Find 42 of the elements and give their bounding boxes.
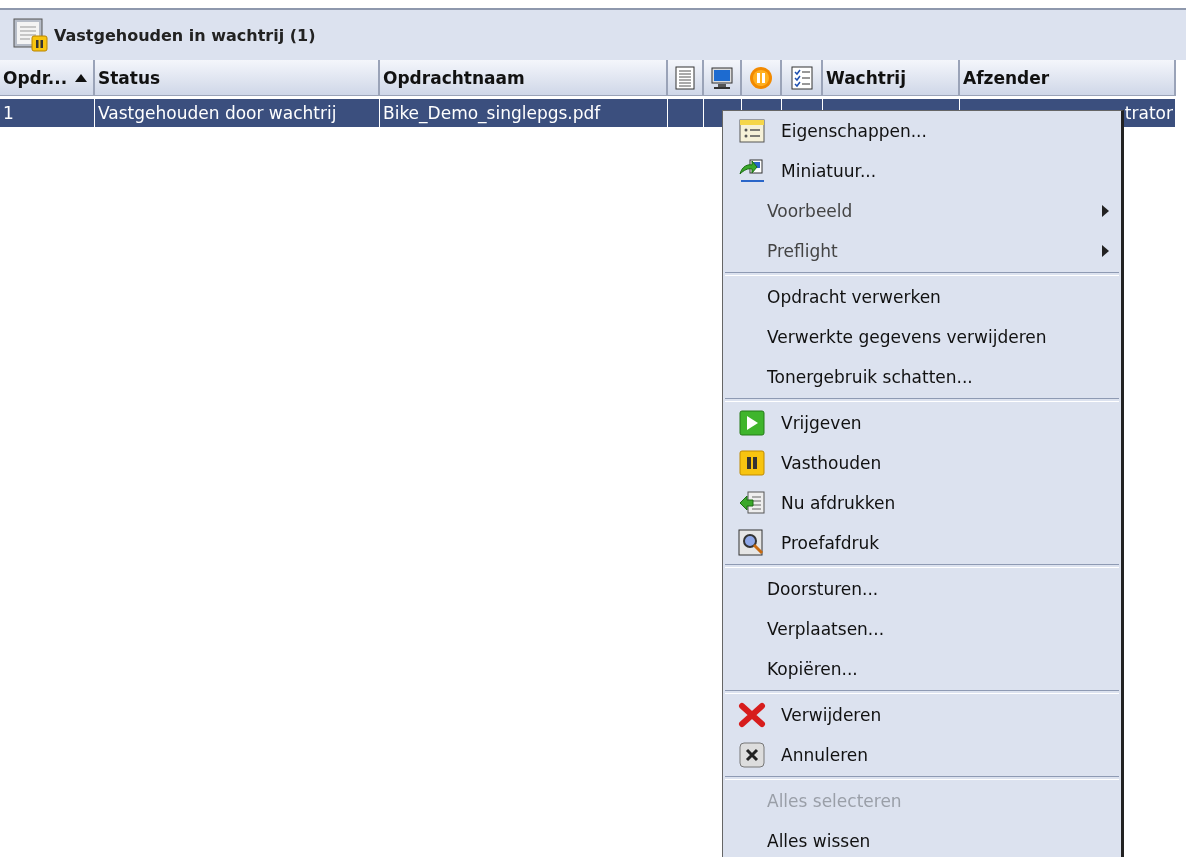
menu-item[interactable]: Verwijderen [723, 695, 1121, 735]
column-header[interactable]: Afzender [960, 60, 1176, 96]
properties-icon [739, 118, 765, 144]
delete-icon [738, 702, 766, 728]
menu-item[interactable]: Alles wissen [723, 821, 1121, 857]
menu-item[interactable]: Miniatuur... [723, 151, 1121, 191]
submenu-arrow-icon [1099, 204, 1111, 218]
checklist-icon [790, 65, 813, 90]
column-header[interactable]: Opdrachtnaam [380, 60, 668, 96]
menu-item[interactable]: Vasthouden [723, 443, 1121, 483]
pause-icon [749, 65, 773, 90]
table-cell: Vastgehouden door wachtrij [95, 99, 380, 127]
cancel-icon [739, 742, 765, 768]
table-cell: Bike_Demo_singlepgs.pdf [380, 99, 668, 127]
menu-item[interactable]: Nu afdrukken [723, 483, 1121, 523]
menu-item[interactable]: Vrijgeven [723, 403, 1121, 443]
monitor-icon [710, 65, 734, 90]
menu-item[interactable]: Kopiëren... [723, 649, 1121, 689]
menu-item[interactable]: Verplaatsen... [723, 609, 1121, 649]
table-cell: 1 [0, 99, 95, 127]
menu-item[interactable]: Verwerkte gegevens verwijderen [723, 317, 1121, 357]
panel-title: Vastgehouden in wachtrij (1) [54, 25, 316, 45]
play-icon [739, 410, 765, 436]
menu-item[interactable]: Proefafdruk [723, 523, 1121, 563]
menu-item[interactable]: Voorbeeld [723, 191, 1121, 231]
held-queue-icon [12, 17, 48, 53]
menu-item[interactable]: Opdracht verwerken [723, 277, 1121, 317]
magnifier-icon [738, 529, 766, 557]
menu-item[interactable]: Doorsturen... [723, 569, 1121, 609]
table-cell [668, 99, 704, 127]
column-header[interactable] [704, 60, 742, 96]
column-header[interactable]: Wachtrij [823, 60, 960, 96]
menu-item[interactable]: Tonergebruik schatten... [723, 357, 1121, 397]
submenu-arrow-icon [1099, 244, 1111, 258]
menu-item[interactable]: Annuleren [723, 735, 1121, 775]
menu-item[interactable]: Preflight [723, 231, 1121, 271]
pause-icon [739, 450, 765, 476]
column-header[interactable]: Status [95, 60, 380, 96]
thumbnail-icon [738, 158, 766, 184]
document-icon [675, 65, 695, 90]
print-now-icon [738, 490, 766, 516]
column-header[interactable]: Opdr... [0, 60, 95, 96]
